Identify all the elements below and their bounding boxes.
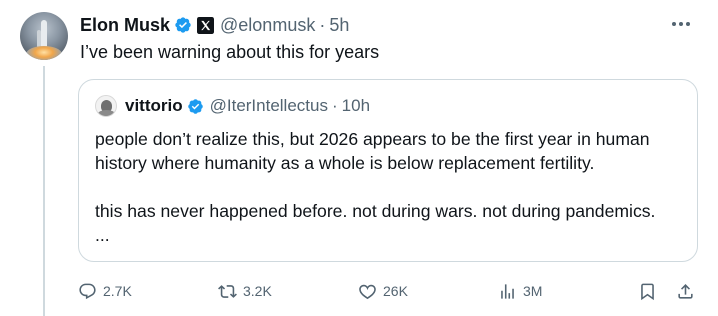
quoted-tweet[interactable]: vittorio @IterIntellectus · 10h people d… bbox=[78, 79, 698, 262]
repost-button[interactable]: 3.2K bbox=[218, 278, 272, 304]
avatar[interactable] bbox=[20, 12, 68, 60]
verified-badge-icon bbox=[175, 17, 191, 33]
separator-dot: · bbox=[319, 14, 326, 35]
reply-count: 2.7K bbox=[103, 283, 132, 299]
tweet-time[interactable]: 5h bbox=[329, 15, 349, 36]
quote-author-name: vittorio bbox=[125, 96, 183, 115]
thread-line bbox=[43, 66, 45, 316]
more-icon bbox=[672, 22, 690, 26]
verified-badge-icon bbox=[187, 98, 203, 114]
author-name[interactable]: Elon Musk bbox=[80, 15, 170, 36]
quote-text: people don’t realize this, but 2026 appe… bbox=[95, 127, 691, 247]
repost-count: 3.2K bbox=[243, 283, 272, 299]
views-count: 3M bbox=[523, 283, 543, 299]
bookmark-icon bbox=[641, 283, 654, 300]
like-icon bbox=[359, 284, 376, 299]
x-logo-icon bbox=[197, 16, 215, 34]
bookmark-button[interactable] bbox=[638, 278, 657, 304]
quote-author-handle: @IterIntellectus bbox=[209, 96, 328, 115]
more-button[interactable] bbox=[668, 12, 694, 36]
separator-dot: · bbox=[331, 96, 338, 115]
tweet-text: I’ve been warning about this for years bbox=[80, 42, 380, 62]
share-icon bbox=[678, 283, 693, 299]
author-handle[interactable]: @elonmusk bbox=[220, 15, 315, 36]
views-icon bbox=[501, 283, 514, 299]
like-button[interactable]: 26K bbox=[358, 278, 408, 304]
quote-line: history where humanity as a whole is bel… bbox=[95, 153, 595, 173]
reply-icon bbox=[79, 283, 96, 299]
repost-icon bbox=[218, 284, 237, 298]
tweet-header: Elon Musk @elonmusk · 5h bbox=[80, 13, 349, 37]
share-button[interactable] bbox=[676, 278, 695, 304]
quote-time: 10h bbox=[341, 96, 371, 115]
action-bar: 2.7K 3.2K 26K 3M bbox=[78, 278, 698, 304]
quote-line: this has never happened before. not duri… bbox=[95, 201, 656, 221]
quote-header: vittorio @IterIntellectus · 10h bbox=[95, 94, 370, 118]
quote-avatar bbox=[95, 95, 117, 117]
views-button[interactable]: 3M bbox=[498, 278, 542, 304]
quote-line: people don’t realize this, but 2026 appe… bbox=[95, 129, 650, 149]
quote-line: ... bbox=[95, 225, 110, 245]
reply-button[interactable]: 2.7K bbox=[78, 278, 132, 304]
like-count: 26K bbox=[383, 283, 408, 299]
